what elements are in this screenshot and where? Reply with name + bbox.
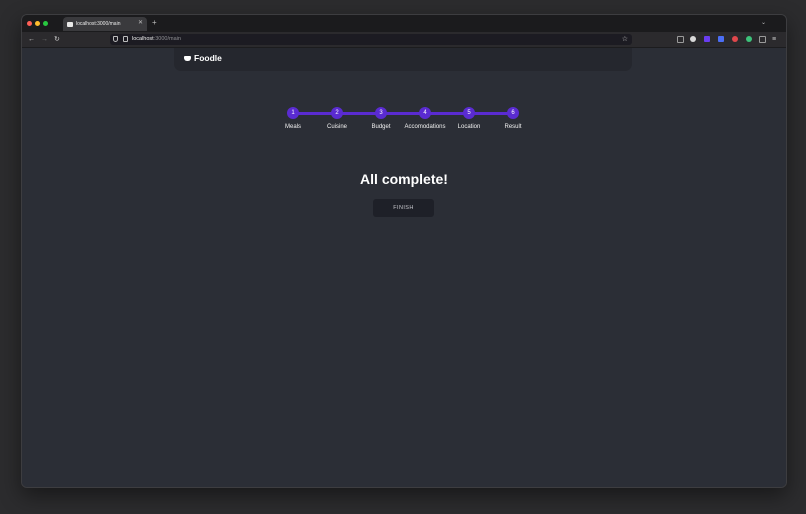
app-header: Foodle <box>174 48 632 71</box>
logo-text[interactable]: Foodle <box>194 53 222 64</box>
url-path: :3000/main <box>153 36 181 42</box>
url-bar[interactable]: localhost:3000/main ☆ <box>110 34 632 45</box>
page-info-icon[interactable] <box>123 36 128 42</box>
close-window-button[interactable] <box>27 21 32 26</box>
plate-icon <box>184 56 191 61</box>
progress-stepper: 1 2 3 4 5 6 Meals Cuisine Budget Accomod… <box>285 107 522 130</box>
back-arrow-icon[interactable]: ← <box>28 35 35 44</box>
extension-icon[interactable] <box>704 36 710 42</box>
pocket-icon[interactable] <box>677 36 684 43</box>
plus-icon[interactable]: + <box>152 18 157 28</box>
menu-icon[interactable]: ≡ <box>772 35 776 44</box>
url-host: localhost <box>132 36 154 42</box>
close-icon[interactable]: ✕ <box>138 20 143 27</box>
browser-window: localhost:3000/main ✕ + ⌄ ← → ↻ localhos… <box>21 14 787 488</box>
url-text[interactable]: localhost:3000/main <box>132 36 181 43</box>
extension-icon[interactable] <box>732 36 738 42</box>
tab-bar: localhost:3000/main ✕ + ⌄ <box>22 15 786 32</box>
minimize-window-button[interactable] <box>35 21 40 26</box>
chevron-down-icon[interactable]: ⌄ <box>761 19 766 27</box>
tab-title: localhost:3000/main <box>76 21 121 27</box>
step-circle[interactable]: 2 <box>331 107 343 119</box>
favicon-icon <box>67 21 73 27</box>
bookmark-star-icon[interactable]: ☆ <box>622 35 628 44</box>
step-circle[interactable]: 3 <box>375 107 387 119</box>
step-circle[interactable]: 6 <box>507 107 519 119</box>
step-label: Result <box>504 124 522 130</box>
step-circle[interactable]: 1 <box>287 107 299 119</box>
maximize-window-button[interactable] <box>43 21 48 26</box>
app-viewport: Foodle 1 2 3 4 5 6 Meals Cuisine Budget … <box>22 48 786 487</box>
step-circle[interactable]: 4 <box>419 107 431 119</box>
navigation-bar: ← → ↻ localhost:3000/main ☆ ≡ <box>22 32 786 48</box>
stepper-progress-line <box>292 112 513 115</box>
extensions-puzzle-icon[interactable] <box>759 36 766 43</box>
browser-tab[interactable]: localhost:3000/main ✕ <box>63 17 147 31</box>
finish-button[interactable]: FINISH <box>373 199 434 217</box>
page-title: All complete! <box>360 171 448 187</box>
forward-arrow-icon[interactable]: → <box>41 35 48 44</box>
extension-icon[interactable] <box>690 36 696 42</box>
step-circle[interactable]: 5 <box>463 107 475 119</box>
extension-icon[interactable] <box>718 36 724 42</box>
extension-icon[interactable] <box>746 36 752 42</box>
shield-icon[interactable] <box>113 36 118 42</box>
reload-icon[interactable]: ↻ <box>54 35 60 44</box>
